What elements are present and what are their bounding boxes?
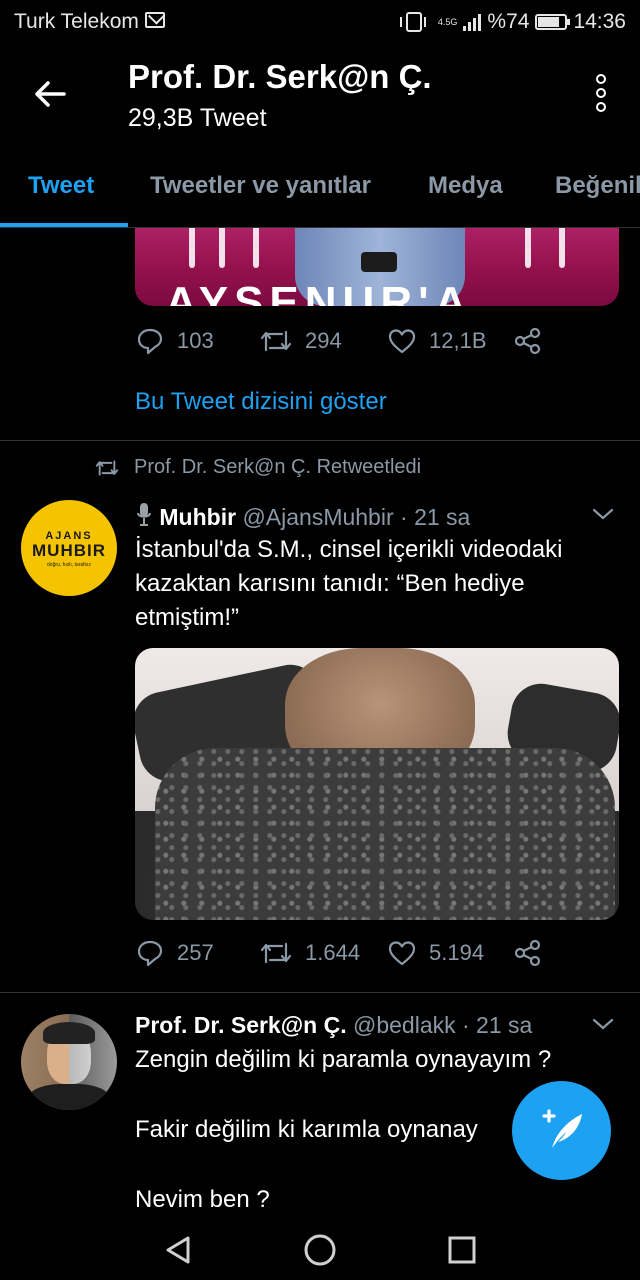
retweet-count: 1.644 [305,940,361,965]
like-count: 5.194 [429,940,485,965]
tweet-divider [0,440,640,441]
vibrate-icon [399,12,426,32]
retweet-button[interactable]: 1.644 [259,938,360,968]
profile-tabs: Tweet Tweetler ve yanıtlar Medya Beğenil… [0,156,640,228]
tweet-time: · 21 sa [462,1012,533,1038]
tab-tweets-and-replies[interactable]: Tweetler ve yanıtlar [150,172,371,200]
tweet-divider [0,992,640,993]
carrier-name: Turk Telekom [14,10,139,33]
battery-percent: %74 [487,10,530,33]
tweet-text: İstanbul'da S.M., cinsel içerikli videod… [135,536,563,631]
tweet-media-image[interactable]: AYSENUR'A [135,228,619,306]
network-type: 4.5G [437,16,458,27]
share-icon [514,939,541,967]
arrow-left-icon [35,81,66,107]
compose-tweet-button[interactable] [512,1081,611,1180]
like-button[interactable]: 12,1B [387,326,487,356]
nav-home-button[interactable] [300,1230,340,1270]
tab-tweets[interactable]: Tweet [28,172,94,200]
reply-icon [137,328,163,355]
reply-count: 257 [177,940,214,965]
status-bar: Turk Telekom 4.5G %74 14:36 [0,0,640,44]
tweet-author-line: Prof. Dr. Serk@n Ç. @bedlakk · 21 sa [135,1012,532,1039]
show-thread-link[interactable]: Bu Tweet dizisini göster [135,388,387,416]
square-recents-icon [448,1236,476,1264]
heart-icon [388,329,416,354]
like-button[interactable]: 5.194 [387,938,484,968]
retweet-count: 294 [305,328,342,353]
retweet-small-icon [95,459,119,476]
mail-icon [145,12,165,28]
tweet-author-handle[interactable]: @AjansMuhbir [242,504,393,530]
nav-recents-button[interactable] [442,1230,482,1270]
clock: 14:36 [573,10,626,33]
share-icon [514,327,541,355]
media-caption: AYSENUR'A [165,278,473,306]
profile-name: Prof. Dr. Serk@n Ç. [128,58,432,95]
share-button[interactable] [513,326,543,356]
heart-icon [388,941,416,966]
triangle-back-icon [166,1236,190,1264]
tab-likes[interactable]: Beğeniler [555,172,640,200]
more-options-button[interactable] [594,74,608,114]
tweet-time: · 21 sa [400,504,471,530]
tweet-actions: 257 1.644 5.194 [135,938,565,978]
retweet-icon [260,330,292,352]
status-right: 4.5G %74 14:36 [399,10,626,34]
tweet-author-name[interactable]: Muhbir [159,504,236,530]
like-count: 12,1B [429,328,487,353]
system-navigation-bar [0,1220,640,1280]
reply-icon [137,940,163,967]
avatar[interactable] [21,1014,117,1110]
chevron-down-icon[interactable] [592,1018,614,1030]
chevron-down-icon[interactable] [592,508,614,520]
active-tab-indicator [0,223,128,227]
reply-count: 103 [177,328,214,353]
retweet-context: Prof. Dr. Serk@n Ç. Retweetledi [94,456,421,479]
signal-icon [463,13,482,31]
battery-icon [535,14,571,30]
reply-button[interactable]: 103 [135,326,214,356]
tweet-author-name[interactable]: Prof. Dr. Serk@n Ç. [135,1012,347,1038]
compose-feather-icon [542,1109,582,1148]
profile-header: Prof. Dr. Serk@n Ç. 29,3B Tweet [0,44,640,156]
back-button[interactable] [28,72,72,116]
tweet-video-thumbnail[interactable] [135,648,619,920]
tab-media[interactable]: Medya [428,172,503,200]
more-vertical-icon [596,74,606,84]
retweeted-by-label: Prof. Dr. Serk@n Ç. Retweetledi [134,456,422,478]
tweet-author-line: Muhbir @AjansMuhbir · 21 sa [135,502,470,531]
retweet-icon [260,942,292,964]
share-button[interactable] [513,938,543,968]
tweet-actions: 103 294 12,1B [135,326,565,366]
circle-home-icon [304,1234,336,1266]
nav-back-button[interactable] [158,1230,198,1270]
reply-button[interactable]: 257 [135,938,214,968]
tweet-author-handle[interactable]: @bedlakk [353,1012,456,1038]
tweet-count: 29,3B Tweet [128,104,267,132]
microphone-icon [135,502,153,526]
avatar[interactable]: AJANS MUHBIR doğru, hızlı, tarafsız [21,500,117,596]
tweet-feed[interactable]: AYSENUR'A 103 294 12,1B Bu Tweet dizisin… [0,228,640,1220]
retweet-button[interactable]: 294 [259,326,342,356]
